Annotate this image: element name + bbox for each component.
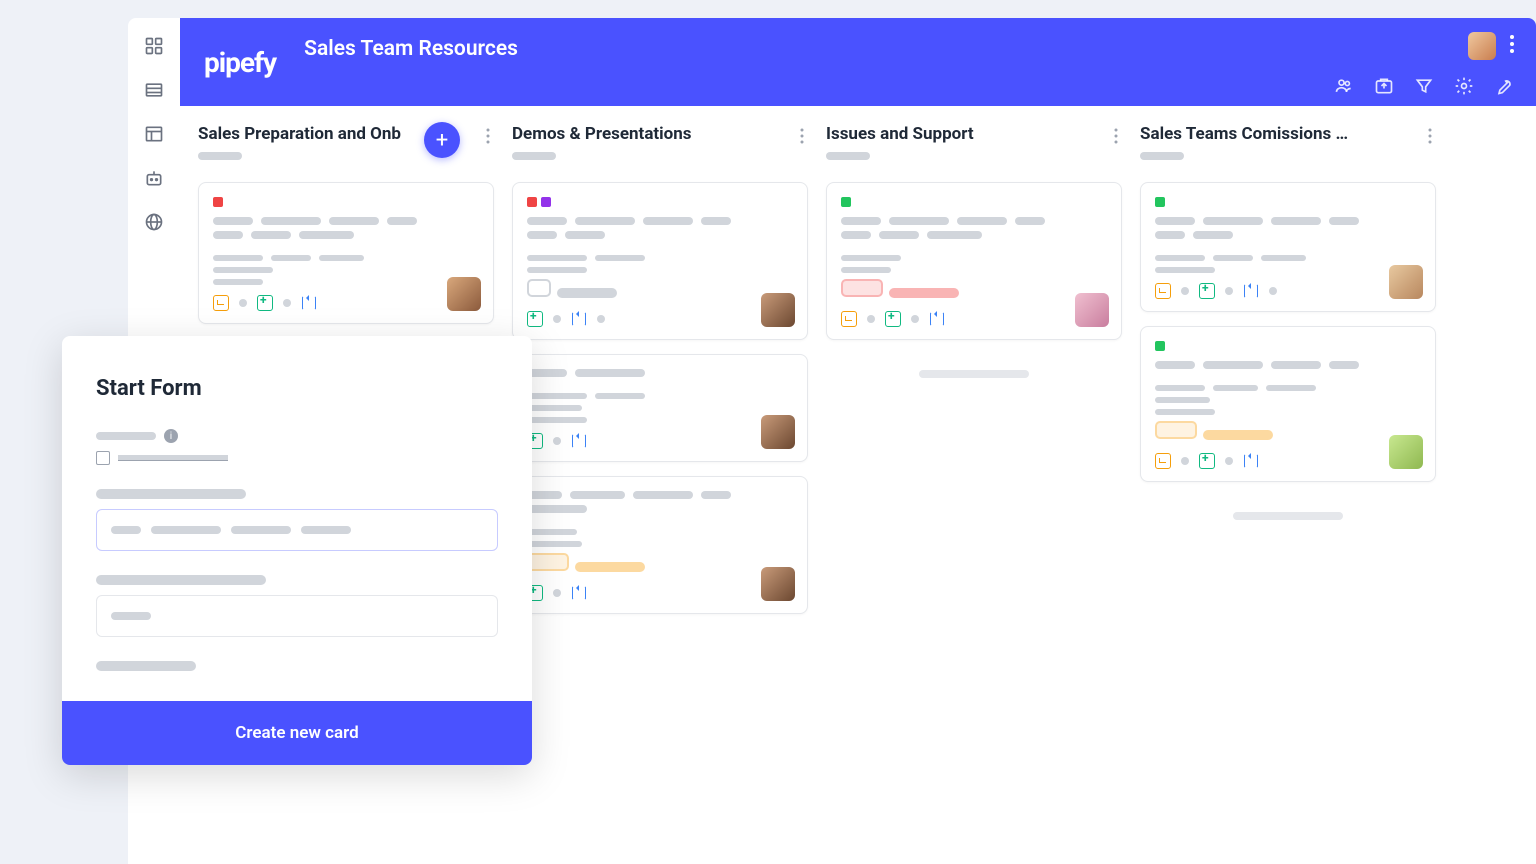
date-icon (1155, 453, 1171, 469)
tag-green (1155, 197, 1165, 207)
tag-red (527, 197, 537, 207)
column-demos: Demos & Presentations (512, 124, 808, 864)
wrench-icon[interactable] (1494, 76, 1514, 96)
sync-icon (571, 311, 587, 327)
field-underline (118, 455, 228, 461)
tag-red (213, 197, 223, 207)
info-icon[interactable]: i (164, 429, 178, 443)
date-icon (841, 311, 857, 327)
status-label (557, 288, 617, 298)
dot-icon (553, 589, 561, 597)
sync-icon (571, 433, 587, 449)
user-avatar[interactable] (1468, 32, 1496, 60)
empty-placeholder (826, 354, 1122, 394)
card[interactable] (512, 476, 808, 614)
form-input[interactable] (96, 595, 498, 637)
page-title: Sales Team Resources (304, 37, 518, 61)
column-issues: Issues and Support (826, 124, 1122, 864)
bot-icon[interactable] (144, 168, 164, 188)
status-label (889, 288, 959, 298)
status-pill (527, 279, 551, 297)
dot-icon (1181, 287, 1189, 295)
dot-icon (1269, 287, 1277, 295)
date-icon (1155, 283, 1171, 299)
field-type-icon (96, 451, 110, 465)
dot-icon (553, 315, 561, 323)
layout-icon[interactable] (144, 124, 164, 144)
modal-title: Start Form (96, 376, 498, 401)
logo: pipefy (204, 46, 276, 79)
attach-icon (257, 295, 273, 311)
card[interactable] (826, 182, 1122, 340)
header: pipefy Sales Team Resources (180, 18, 1536, 106)
column-title: Sales Preparation and Onb (198, 124, 401, 144)
date-icon (213, 295, 229, 311)
assignee-avatar (1075, 293, 1109, 327)
column-menu-icon[interactable] (1424, 124, 1436, 152)
status-pill (1155, 421, 1197, 439)
dot-icon (867, 315, 875, 323)
assignee-avatar (761, 567, 795, 601)
dot-icon (1225, 457, 1233, 465)
inbox-icon[interactable] (1374, 76, 1394, 96)
card[interactable] (1140, 182, 1436, 312)
column-title: Sales Teams Comissions & Quot (1140, 124, 1350, 144)
column-menu-icon[interactable] (482, 124, 494, 152)
sync-icon (571, 585, 587, 601)
empty-placeholder (1140, 496, 1436, 536)
sync-icon (1243, 283, 1259, 299)
dot-icon (911, 315, 919, 323)
field-label (96, 661, 196, 671)
sync-icon (1243, 453, 1259, 469)
card[interactable] (512, 182, 808, 340)
assignee-avatar (761, 293, 795, 327)
card[interactable] (1140, 326, 1436, 482)
status-pill (527, 553, 569, 571)
globe-icon[interactable] (144, 212, 164, 232)
filter-icon[interactable] (1414, 76, 1434, 96)
column-menu-icon[interactable] (796, 124, 808, 152)
column-title: Issues and Support (826, 124, 974, 144)
dot-icon (283, 299, 291, 307)
assignee-avatar (761, 415, 795, 449)
tag-green (841, 197, 851, 207)
dot-icon (1225, 287, 1233, 295)
assignee-avatar (1389, 265, 1423, 299)
dot-icon (553, 437, 561, 445)
dot-icon (597, 315, 605, 323)
tag-purple (541, 197, 551, 207)
column-commissions: Sales Teams Comissions & Quot (1140, 124, 1436, 864)
column-title: Demos & Presentations (512, 124, 692, 144)
tag-green (1155, 341, 1165, 351)
create-card-button[interactable]: Create new card (62, 701, 532, 765)
attach-icon (1199, 453, 1215, 469)
status-pill (841, 279, 883, 297)
apps-icon[interactable] (144, 36, 164, 56)
card[interactable] (198, 182, 494, 324)
field-label (96, 489, 246, 499)
status-label (575, 562, 645, 572)
dot-icon (239, 299, 247, 307)
field-label (96, 575, 266, 585)
attach-icon (885, 311, 901, 327)
sync-icon (301, 295, 317, 311)
attach-icon (527, 311, 543, 327)
status-label (1203, 430, 1273, 440)
attach-icon (1199, 283, 1215, 299)
column-menu-icon[interactable] (1110, 124, 1122, 152)
sync-icon (929, 311, 945, 327)
assignee-avatar (1389, 435, 1423, 469)
assignee-avatar (447, 277, 481, 311)
add-card-button[interactable]: + (424, 122, 460, 158)
dot-icon (1181, 457, 1189, 465)
gear-icon[interactable] (1454, 76, 1474, 96)
start-form-modal: Start Form i Create new card (62, 336, 532, 765)
card[interactable] (512, 354, 808, 462)
form-input[interactable] (96, 509, 498, 551)
table-icon[interactable] (144, 80, 164, 100)
members-icon[interactable] (1334, 76, 1354, 96)
header-menu-icon[interactable] (1510, 35, 1514, 57)
